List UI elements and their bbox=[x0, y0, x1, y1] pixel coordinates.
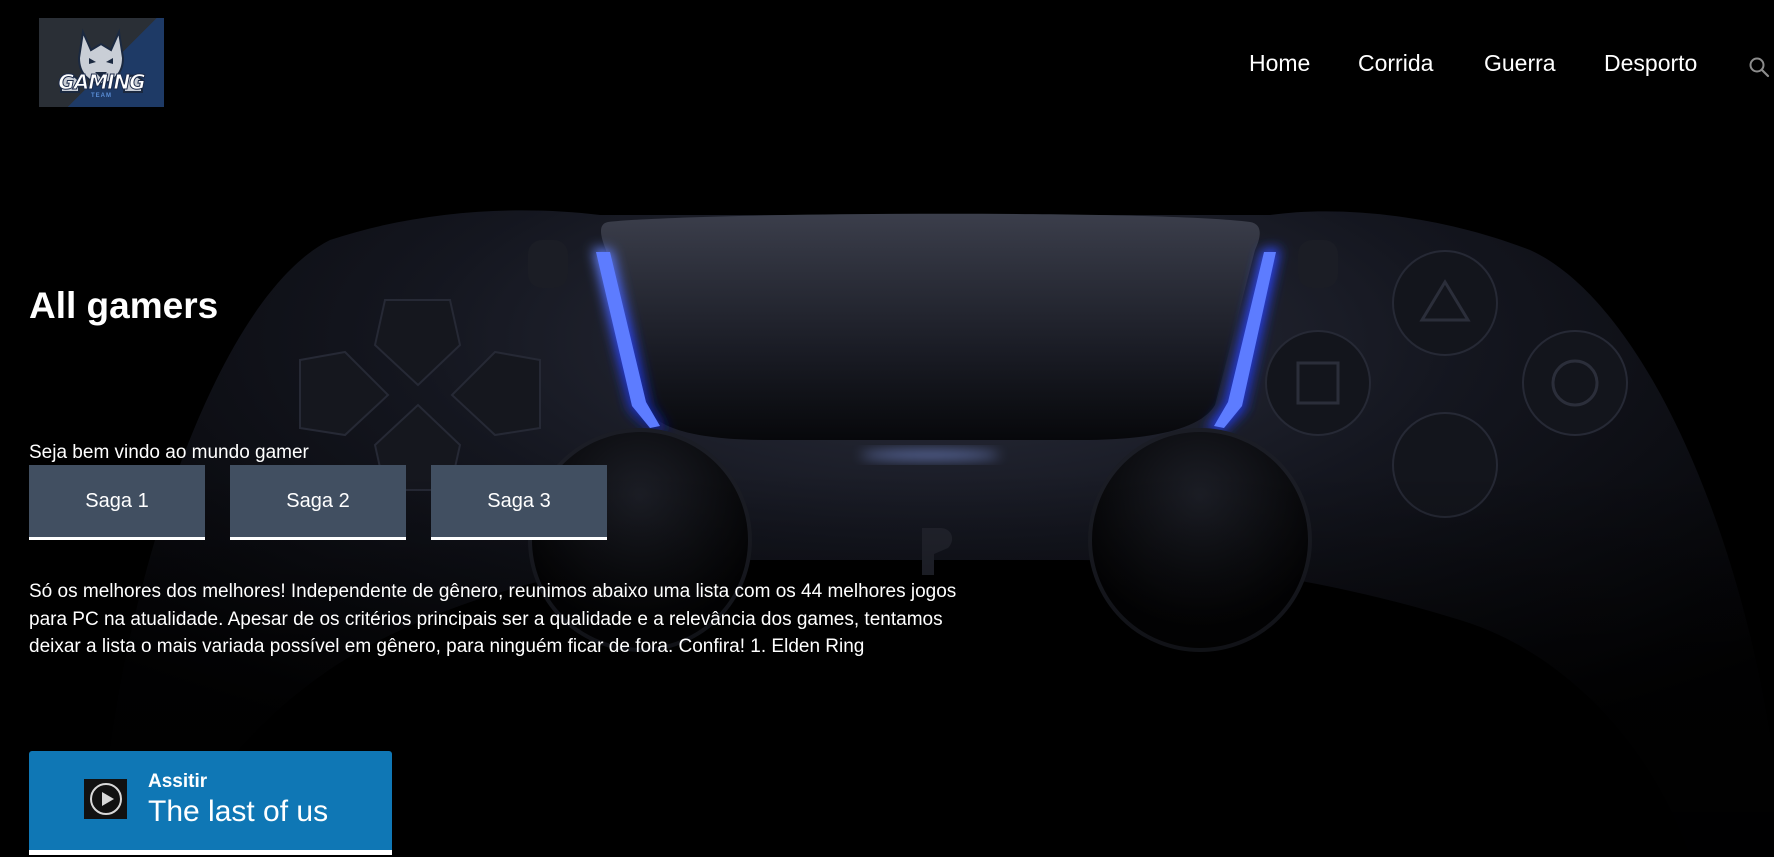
page: GAMING TEAM Home Corrida Guerra Desporto… bbox=[0, 0, 1774, 857]
play-icon bbox=[89, 783, 122, 815]
watch-button[interactable]: Assitir The last of us bbox=[29, 751, 392, 855]
nav-item-home[interactable]: Home bbox=[1249, 50, 1310, 77]
nav-item-corrida[interactable]: Corrida bbox=[1358, 50, 1433, 77]
hero-welcome-text: Seja bem vindo ao mundo gamer bbox=[29, 442, 309, 463]
saga-1-button[interactable]: Saga 1 bbox=[29, 465, 205, 540]
nav-item-desporto[interactable]: Desporto bbox=[1604, 50, 1697, 77]
hero-description: Só os melhores dos melhores! Independent… bbox=[29, 581, 957, 657]
logo-subtext: TEAM bbox=[91, 93, 112, 99]
main-nav: Home Corrida Guerra Desporto bbox=[0, 50, 1774, 80]
nav-item-guerra[interactable]: Guerra bbox=[1484, 50, 1556, 77]
search-icon bbox=[1749, 57, 1770, 78]
play-button[interactable] bbox=[84, 779, 127, 819]
saga-3-button[interactable]: Saga 3 bbox=[431, 465, 607, 540]
controller-background-image bbox=[0, 0, 1774, 857]
saga-2-button[interactable]: Saga 2 bbox=[230, 465, 406, 540]
search-button[interactable] bbox=[1748, 56, 1770, 78]
watch-title: The last of us bbox=[148, 795, 329, 828]
watch-label: Assitir bbox=[148, 771, 208, 792]
hero-title: All gamers bbox=[29, 285, 219, 326]
